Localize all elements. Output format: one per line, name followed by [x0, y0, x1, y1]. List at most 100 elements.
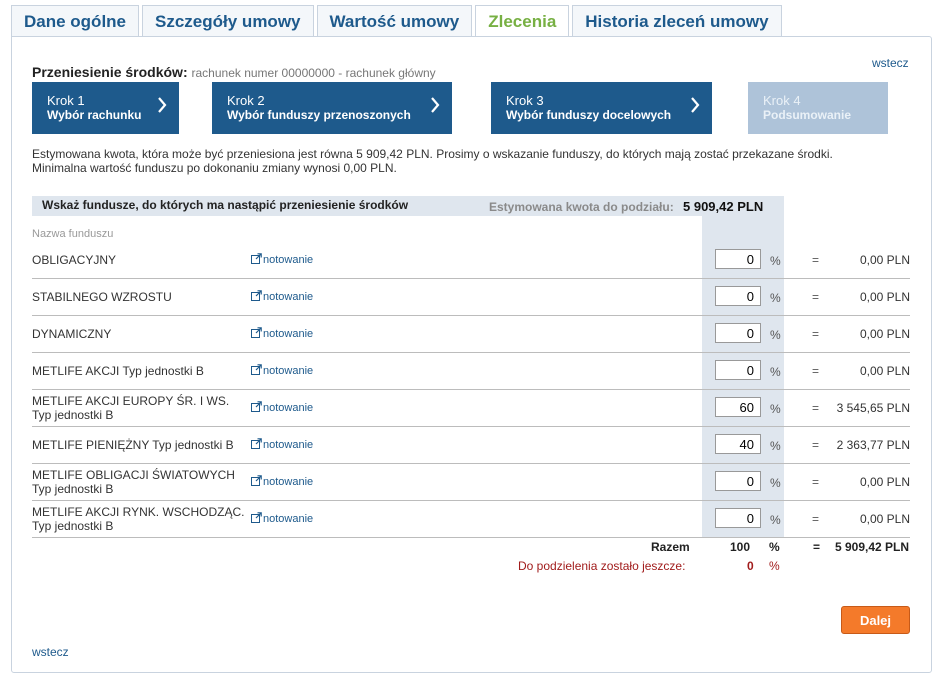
percent-symbol: %: [770, 402, 781, 416]
quote-label: notowanie: [263, 476, 314, 488]
percent-symbol: %: [770, 476, 781, 490]
total-percent-symbol: %: [769, 540, 780, 554]
tab-general[interactable]: Dane ogólne: [11, 5, 140, 37]
chevron-right-icon: [158, 97, 167, 113]
quote-label: notowanie: [263, 513, 314, 525]
fund-row: METLIFE AKCJI EUROPY ŚR. I WS. Typ jedno…: [32, 390, 910, 427]
equals-symbol: =: [812, 475, 820, 489]
quote-label: notowanie: [263, 328, 314, 340]
estimate-label: Estymowana kwota do podziału:: [489, 200, 674, 214]
fund-row: METLIFE PIENIĘŻNY Typ jednostki B notowan…: [32, 427, 910, 464]
chevron-right-icon: [691, 97, 700, 113]
tab-contract-value[interactable]: Wartość umowy: [316, 5, 473, 37]
tab-order-history[interactable]: Historia zleceń umowy: [572, 5, 782, 37]
quote-link[interactable]: notowanie: [251, 327, 313, 340]
external-link-icon: [251, 327, 262, 338]
intro-text: Estymowana kwota, która może być przenie…: [32, 147, 833, 175]
fund-row: STABILNEGO WZROSTU notowanie% = 0,00 PLN: [32, 279, 910, 316]
fund-name: OBLIGACYJNY: [32, 253, 117, 267]
fund-row: METLIFE AKCJI RYNK. WSCHODZĄC. Typ jedno…: [32, 501, 910, 538]
external-link-icon: [251, 438, 262, 449]
external-link-icon: [251, 401, 262, 412]
quote-link[interactable]: notowanie: [251, 475, 313, 488]
fund-table-header: Wskaż fundusze, do których ma nastąpić p…: [32, 196, 784, 216]
percent-input[interactable]: [715, 286, 761, 306]
tab-contract-details[interactable]: Szczegóły umowy: [142, 5, 314, 37]
fund-name: STABILNEGO WZROSTU: [32, 290, 172, 304]
fund-name: METLIFE AKCJI EUROPY ŚR. I WS. Typ jedno…: [32, 394, 230, 422]
back-link-bottom[interactable]: wstecz: [32, 645, 69, 659]
next-button[interactable]: Dalej: [841, 606, 910, 634]
step-1[interactable]: Krok 1 Wybór rachunku: [32, 82, 179, 134]
estimate-value: 5 909,42 PLN: [683, 199, 764, 214]
quote-link[interactable]: notowanie: [251, 512, 313, 525]
fund-amount: 2 363,77 PLN: [836, 438, 910, 452]
fund-amount: 0,00 PLN: [859, 475, 910, 489]
percent-input[interactable]: [715, 471, 761, 491]
fund-name: METLIFE PIENIĘŻNY Typ jednostki B: [32, 438, 234, 452]
percent-input[interactable]: [715, 434, 761, 454]
equals-symbol: =: [812, 512, 820, 526]
step-4-number: Krok 4: [763, 93, 801, 108]
fund-amount: 0,00 PLN: [859, 253, 910, 267]
percent-symbol: %: [770, 254, 781, 268]
total-percent: 100: [730, 540, 751, 554]
percent-symbol: %: [770, 328, 781, 342]
remaining-label: Do podzielenia zostało jeszcze:: [518, 559, 686, 573]
quote-label: notowanie: [263, 402, 314, 414]
remaining-value: 0: [747, 559, 754, 573]
tab-orders[interactable]: Zlecenia: [475, 5, 570, 38]
fund-name: METLIFE OBLIGACJI ŚWIATOWYCH Typ jednost…: [32, 468, 235, 496]
fund-name: METLIFE AKCJI Typ jednostki B: [32, 364, 204, 378]
percent-input[interactable]: [715, 397, 761, 417]
quote-link[interactable]: notowanie: [251, 253, 313, 266]
fund-amount: 0,00 PLN: [859, 364, 910, 378]
step-3-number: Krok 3: [506, 93, 544, 108]
fund-amount: 3 545,65 PLN: [836, 401, 910, 415]
step-4: Krok 4 Podsumowanie: [748, 82, 888, 134]
quote-link[interactable]: notowanie: [251, 438, 313, 451]
fund-row: DYNAMICZNY notowanie% = 0,00 PLN: [32, 316, 910, 353]
percent-input[interactable]: [715, 360, 761, 380]
percent-input[interactable]: [715, 323, 761, 343]
equals-symbol: =: [812, 253, 820, 267]
external-link-icon: [251, 512, 262, 523]
back-link-top[interactable]: wstecz: [872, 56, 909, 70]
step-2[interactable]: Krok 2 Wybór funduszy przenoszonych: [212, 82, 452, 134]
quote-label: notowanie: [263, 439, 314, 451]
external-link-icon: [251, 475, 262, 486]
equals-symbol: =: [812, 364, 820, 378]
table-title: Wskaż fundusze, do których ma nastąpić p…: [42, 198, 409, 212]
fund-amount: 0,00 PLN: [859, 290, 910, 304]
equals-symbol: =: [812, 401, 820, 415]
quote-link[interactable]: notowanie: [251, 401, 313, 414]
equals-symbol: =: [812, 327, 820, 341]
remaining-percent-symbol: %: [769, 559, 780, 573]
percent-input[interactable]: [715, 508, 761, 528]
fund-row: OBLIGACYJNY notowanie% = 0,00 PLN: [32, 242, 910, 279]
fund-name: DYNAMICZNY: [32, 327, 112, 341]
percent-input[interactable]: [715, 249, 761, 269]
step-3[interactable]: Krok 3 Wybór funduszy docelowych: [491, 82, 712, 134]
percent-symbol: %: [770, 291, 781, 305]
external-link-icon: [251, 253, 262, 264]
equals-symbol: =: [812, 290, 820, 304]
transfer-label: Przeniesienie środków:: [32, 64, 188, 80]
total-label: Razem: [651, 540, 690, 554]
quote-label: notowanie: [263, 291, 314, 303]
fund-amount: 0,00 PLN: [859, 327, 910, 341]
external-link-icon: [251, 290, 262, 301]
step-4-title: Podsumowanie: [763, 108, 852, 122]
equals-symbol: =: [812, 438, 820, 452]
step-2-title: Wybór funduszy przenoszonych: [227, 108, 411, 122]
step-2-number: Krok 2: [227, 93, 265, 108]
quote-link[interactable]: notowanie: [251, 290, 313, 303]
fund-row: METLIFE OBLIGACJI ŚWIATOWYCH Typ jednost…: [32, 464, 910, 501]
transfer-info: Przeniesienie środków: rachunek numer 00…: [32, 64, 436, 80]
quote-link[interactable]: notowanie: [251, 364, 313, 377]
quote-label: notowanie: [263, 254, 314, 266]
external-link-icon: [251, 364, 262, 375]
total-amount: 5 909,42 PLN: [835, 540, 910, 554]
fund-amount: 0,00 PLN: [859, 512, 910, 526]
transfer-account: rachunek numer 00000000 - rachunek główn…: [191, 66, 436, 80]
